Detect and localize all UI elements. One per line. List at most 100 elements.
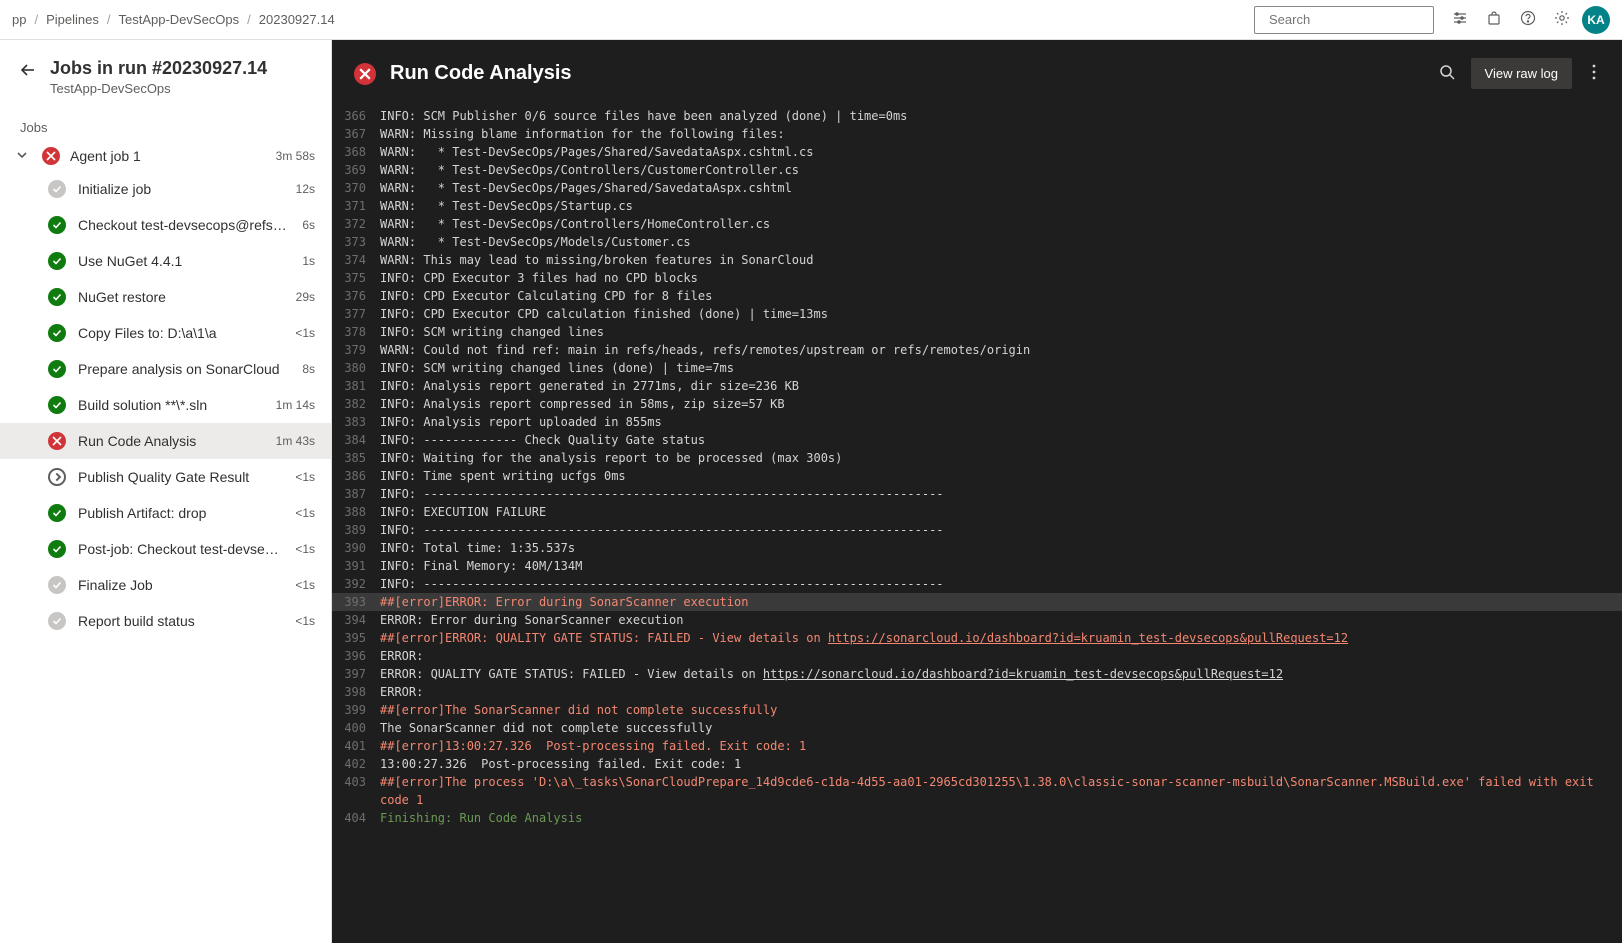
step-duration: 29s: [296, 290, 315, 304]
breadcrumb-item[interactable]: TestApp-DevSecOps: [118, 12, 239, 27]
step-duration: 12s: [296, 182, 315, 196]
step-label: Publish Artifact: drop: [78, 505, 283, 521]
log-line: 403##[error]The process 'D:\a\_tasks\Son…: [332, 773, 1622, 809]
step-duration: 1s: [302, 254, 315, 268]
search-box[interactable]: [1254, 6, 1434, 34]
step-duration: <1s: [295, 326, 315, 340]
step-row[interactable]: Run Code Analysis1m 43s: [0, 423, 331, 459]
step-duration: 1m 14s: [276, 398, 315, 412]
step-row[interactable]: NuGet restore29s: [0, 279, 331, 315]
log-link[interactable]: https://sonarcloud.io/dashboard?id=kruam…: [828, 631, 1348, 645]
step-label: Copy Files to: D:\a\1\a: [78, 325, 283, 341]
log-line: 378INFO: SCM writing changed lines: [332, 323, 1622, 341]
log-line-number: 386: [332, 467, 380, 485]
log-line-number: 381: [332, 377, 380, 395]
view-raw-log-button[interactable]: View raw log: [1471, 58, 1572, 89]
log-link[interactable]: https://sonarcloud.io/dashboard?id=kruam…: [763, 667, 1283, 681]
log-line-number: 370: [332, 179, 380, 197]
step-row[interactable]: Use NuGet 4.4.11s: [0, 243, 331, 279]
step-status-icon: [48, 432, 66, 450]
log-title: Run Code Analysis: [390, 62, 1425, 85]
filter-icon[interactable]: [1452, 10, 1468, 29]
job-row[interactable]: Agent job 1 3m 58s: [0, 141, 331, 171]
log-body[interactable]: 366INFO: SCM Publisher 0/6 source files …: [332, 107, 1622, 943]
log-line-number: 376: [332, 287, 380, 305]
log-line: 400The SonarScanner did not complete suc…: [332, 719, 1622, 737]
more-menu-icon[interactable]: [1588, 60, 1600, 87]
log-line-text: INFO: ----------------------------------…: [380, 485, 1622, 503]
log-line: 394ERROR: Error during SonarScanner exec…: [332, 611, 1622, 629]
log-line-text: INFO: Total time: 1:35.537s: [380, 539, 1622, 557]
log-line-text: INFO: ----------------------------------…: [380, 521, 1622, 539]
job-duration: 3m 58s: [276, 149, 315, 163]
log-line: 380INFO: SCM writing changed lines (done…: [332, 359, 1622, 377]
log-line: 387INFO: -------------------------------…: [332, 485, 1622, 503]
log-line: 396ERROR:: [332, 647, 1622, 665]
log-line-number: 372: [332, 215, 380, 233]
top-bar: pp/Pipelines/TestApp-DevSecOps/20230927.…: [0, 0, 1622, 40]
step-status-icon: [48, 252, 66, 270]
back-arrow-icon[interactable]: [20, 62, 36, 81]
step-row[interactable]: Checkout test-devsecops@refs/p...6s: [0, 207, 331, 243]
log-line: 392INFO: -------------------------------…: [332, 575, 1622, 593]
step-duration: <1s: [295, 542, 315, 556]
jobs-sidebar: Jobs in run #20230927.14 TestApp-DevSecO…: [0, 40, 332, 943]
log-line-text: ERROR:: [380, 647, 1622, 665]
breadcrumb: pp/Pipelines/TestApp-DevSecOps/20230927.…: [12, 12, 335, 27]
help-icon[interactable]: [1520, 10, 1536, 29]
log-line: 377INFO: CPD Executor CPD calculation fi…: [332, 305, 1622, 323]
step-label: Prepare analysis on SonarCloud: [78, 361, 290, 377]
step-row[interactable]: Prepare analysis on SonarCloud8s: [0, 351, 331, 387]
log-line-text: ERROR:: [380, 683, 1622, 701]
step-row[interactable]: Publish Artifact: drop<1s: [0, 495, 331, 531]
step-row[interactable]: Build solution **\*.sln1m 14s: [0, 387, 331, 423]
bag-icon[interactable]: [1486, 10, 1502, 29]
step-row[interactable]: Report build status<1s: [0, 603, 331, 639]
settings-icon[interactable]: [1554, 10, 1570, 29]
breadcrumb-item[interactable]: 20230927.14: [259, 12, 335, 27]
log-line-text: ##[error]ERROR: Error during SonarScanne…: [380, 593, 1622, 611]
log-line-number: 379: [332, 341, 380, 359]
log-line-text: ERROR: Error during SonarScanner executi…: [380, 611, 1622, 629]
log-line-number: 374: [332, 251, 380, 269]
log-line-number: 391: [332, 557, 380, 575]
log-line-number: 397: [332, 665, 380, 683]
log-line-number: 393: [332, 593, 380, 611]
log-line-text: INFO: CPD Executor CPD calculation finis…: [380, 305, 1622, 323]
breadcrumb-item[interactable]: Pipelines: [46, 12, 99, 27]
step-row[interactable]: Copy Files to: D:\a\1\a <1s: [0, 315, 331, 351]
log-line-number: 388: [332, 503, 380, 521]
log-line: 370WARN: * Test-DevSecOps/Pages/Shared/S…: [332, 179, 1622, 197]
log-line-text: INFO: SCM Publisher 0/6 source files hav…: [380, 107, 1622, 125]
log-line-text: INFO: Time spent writing ucfgs 0ms: [380, 467, 1622, 485]
log-line-number: 371: [332, 197, 380, 215]
user-avatar[interactable]: KA: [1582, 6, 1610, 34]
step-row[interactable]: Finalize Job<1s: [0, 567, 331, 603]
step-status-icon: [48, 612, 66, 630]
log-line-number: 373: [332, 233, 380, 251]
log-line-number: 399: [332, 701, 380, 719]
log-line-text: INFO: ----------------------------------…: [380, 575, 1622, 593]
job-name: Agent job 1: [70, 148, 266, 164]
log-line-number: 401: [332, 737, 380, 755]
log-line: 391INFO: Final Memory: 40M/134M: [332, 557, 1622, 575]
step-status-icon: [48, 576, 66, 594]
search-input[interactable]: [1269, 12, 1445, 27]
step-label: Post-job: Checkout test-devseco...: [78, 541, 283, 557]
step-status-icon: [48, 360, 66, 378]
log-line-number: 395: [332, 629, 380, 647]
log-line: 386INFO: Time spent writing ucfgs 0ms: [332, 467, 1622, 485]
run-title: Jobs in run #20230927.14: [50, 58, 267, 79]
log-search-icon[interactable]: [1439, 64, 1455, 83]
log-line-text: WARN: * Test-DevSecOps/Pages/Shared/Save…: [380, 143, 1622, 161]
step-row[interactable]: Initialize job12s: [0, 171, 331, 207]
log-line-number: 378: [332, 323, 380, 341]
step-row[interactable]: Post-job: Checkout test-devseco... <1s: [0, 531, 331, 567]
breadcrumb-item[interactable]: pp: [12, 12, 26, 27]
step-row[interactable]: Publish Quality Gate Result<1s: [0, 459, 331, 495]
log-line-text: INFO: SCM writing changed lines: [380, 323, 1622, 341]
log-line-text: WARN: * Test-DevSecOps/Controllers/HomeC…: [380, 215, 1622, 233]
log-line-number: 375: [332, 269, 380, 287]
step-duration: 6s: [302, 218, 315, 232]
log-line-text: 13:00:27.326 Post-processing failed. Exi…: [380, 755, 1622, 773]
